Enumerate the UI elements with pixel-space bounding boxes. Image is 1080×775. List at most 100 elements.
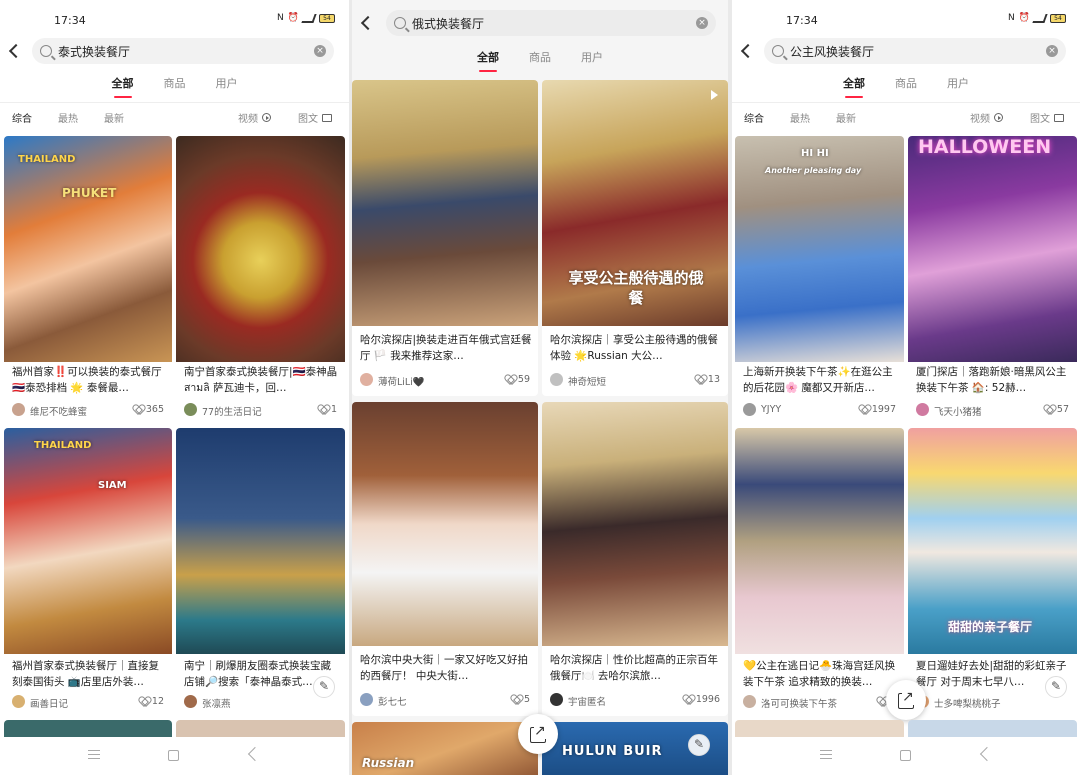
tab-all[interactable]: 全部: [112, 76, 134, 98]
author-name[interactable]: 飞天小猪猪: [934, 404, 982, 418]
like-count[interactable]: 59: [505, 374, 530, 385]
back-button[interactable]: [360, 14, 372, 30]
search-icon: [772, 45, 784, 57]
avatar[interactable]: [916, 403, 929, 416]
note-card[interactable]: 南宁首家泰式换装餐厅|🇹🇭泰神晶 สามลิ 萨瓦迪卡，回… 77的生活日记 1: [176, 136, 345, 421]
note-card[interactable]: HI HI Another pleasing day 上海新开换装下午茶✨在逛公…: [735, 136, 904, 421]
note-card[interactable]: HALLOWEEN 厦门探店｜落跑新娘·暗黑风公主换装下午茶 🏠: 52赫… 飞…: [908, 136, 1077, 421]
note-image[interactable]: [352, 80, 538, 326]
avatar[interactable]: [743, 695, 756, 708]
status-bar: 17:34 N ⏰ 54: [732, 10, 1080, 30]
author-name[interactable]: 薄荷LiLi🖤: [378, 374, 425, 388]
share-icon[interactable]: [518, 714, 558, 754]
like-count[interactable]: 13: [695, 374, 720, 385]
note-card[interactable]: 哈尔滨探店｜性价比超高的正宗百年俄餐厅🍽️ 去哈尔滨旅… 宇宙匿名 1996: [542, 402, 728, 716]
menu-icon[interactable]: [820, 750, 832, 759]
tab-all[interactable]: 全部: [477, 50, 499, 72]
author-name[interactable]: 神奇短短: [568, 374, 606, 388]
note-image[interactable]: [176, 428, 345, 654]
clear-icon[interactable]: ×: [314, 45, 326, 57]
avatar[interactable]: [550, 693, 563, 706]
filter-video[interactable]: 视频: [970, 110, 1003, 125]
note-card[interactable]: 💛公主在逃日记🐣珠海宫廷风换装下午茶 追求精致的换装… 洛可可换装下午茶 6: [735, 428, 904, 716]
search-input[interactable]: 泰式换装餐厅 ×: [32, 38, 334, 64]
note-image[interactable]: HALLOWEEN: [908, 136, 1077, 362]
clear-icon[interactable]: ×: [696, 17, 708, 29]
like-count[interactable]: 365: [133, 404, 164, 415]
back-button[interactable]: [740, 42, 752, 58]
like-count[interactable]: 5: [511, 694, 530, 705]
like-count[interactable]: 1: [318, 404, 337, 415]
filter-image[interactable]: 图文: [1030, 110, 1064, 125]
share-icon[interactable]: [886, 680, 926, 720]
note-image[interactable]: [352, 402, 538, 646]
tab-products[interactable]: 商品: [529, 50, 551, 72]
like-count[interactable]: 57: [1044, 404, 1069, 415]
edit-icon[interactable]: [313, 676, 335, 698]
tab-all[interactable]: 全部: [843, 76, 865, 98]
tab-users[interactable]: 用户: [581, 50, 603, 72]
avatar[interactable]: [184, 403, 197, 416]
avatar[interactable]: [743, 403, 756, 416]
avatar[interactable]: [12, 403, 25, 416]
menu-icon[interactable]: [88, 750, 100, 759]
author-name[interactable]: 彭七七: [378, 694, 407, 708]
filter-video[interactable]: 视频: [238, 110, 271, 125]
note-card[interactable]: 哈尔滨探店|换装走进百年俄式宫廷餐厅 🏳️ 我来推荐这家… 薄荷LiLi🖤 59: [352, 80, 538, 396]
author-name[interactable]: YJYY: [761, 404, 781, 415]
avatar[interactable]: [184, 695, 197, 708]
filter-overall[interactable]: 综合: [744, 110, 764, 125]
note-image[interactable]: Russian: [352, 722, 538, 775]
author-name[interactable]: 画善日记: [30, 696, 68, 710]
back-button[interactable]: [8, 42, 20, 58]
note-image[interactable]: [542, 402, 728, 646]
note-card[interactable]: 哈尔滨中央大街｜一家又好吃又好拍的西餐厅！ 中央大街… 彭七七 5: [352, 402, 538, 716]
note-card[interactable]: THAILAND SIAM 福州首家泰式换装餐厅｜直接复刻泰国街头 📺店里店外装…: [4, 428, 172, 716]
filter-newest[interactable]: 最新: [836, 110, 856, 125]
note-image[interactable]: THAILAND SIAM: [4, 428, 172, 654]
home-icon[interactable]: [168, 750, 179, 761]
like-count[interactable]: 1997: [859, 404, 896, 415]
note-card[interactable]: Russian: [352, 722, 538, 775]
author-name[interactable]: 张凛燕: [202, 696, 231, 710]
note-card[interactable]: 南宁｜刷爆朋友圈泰式换装宝藏店铺🔎搜索「泰神晶泰式… 张凛燕: [176, 428, 345, 716]
avatar[interactable]: [360, 693, 373, 706]
filter-overall[interactable]: 综合: [12, 110, 32, 125]
note-image[interactable]: [735, 428, 904, 654]
tab-users[interactable]: 用户: [947, 76, 969, 98]
clear-icon[interactable]: ×: [1046, 45, 1058, 57]
heart-icon: [1044, 405, 1054, 414]
author-name[interactable]: 洛可可换装下午茶: [761, 696, 837, 710]
note-image[interactable]: 享受公主般待遇的俄餐: [542, 80, 728, 326]
search-input[interactable]: 俄式换装餐厅 ×: [386, 10, 716, 36]
like-count[interactable]: 1996: [683, 694, 720, 705]
author-name[interactable]: 维尼不吃蜂蜜: [30, 404, 87, 418]
avatar[interactable]: [360, 373, 373, 386]
filter-image[interactable]: 图文: [298, 110, 332, 125]
search-results-panel-thai: 17:34 N ⏰ 54 泰式换装餐厅 × 全部 商品 用户 综合 最热 最新 …: [0, 0, 349, 775]
note-card[interactable]: 享受公主般待遇的俄餐 哈尔滨探店｜享受公主般待遇的俄餐体验 🌟Russian 大…: [542, 80, 728, 396]
edit-icon[interactable]: [1045, 676, 1067, 698]
note-image[interactable]: 甜甜的亲子餐厅: [908, 428, 1077, 654]
avatar[interactable]: [550, 373, 563, 386]
note-image[interactable]: HI HI Another pleasing day: [735, 136, 904, 362]
tab-products[interactable]: 商品: [164, 76, 186, 98]
note-image[interactable]: THAILAND PHUKET: [4, 136, 172, 362]
home-icon[interactable]: [900, 750, 911, 761]
author-name[interactable]: 77的生活日记: [202, 404, 262, 418]
search-input[interactable]: 公主风换装餐厅 ×: [764, 38, 1066, 64]
avatar[interactable]: [12, 695, 25, 708]
filter-newest[interactable]: 最新: [104, 110, 124, 125]
tab-users[interactable]: 用户: [216, 76, 238, 98]
edit-icon[interactable]: [688, 734, 710, 756]
heart-icon: [133, 405, 143, 414]
note-card[interactable]: THAILAND PHUKET 福州首家‼️可以换装的泰式餐厅🇹🇭泰恐排档 🌟 …: [4, 136, 172, 421]
note-card[interactable]: 甜甜的亲子餐厅 夏日遛娃好去处|甜甜的彩虹亲子餐厅 对于周末七早八… 士多啤梨桃…: [908, 428, 1077, 716]
tab-products[interactable]: 商品: [895, 76, 917, 98]
filter-hottest[interactable]: 最热: [58, 110, 78, 125]
note-image[interactable]: [176, 136, 345, 362]
like-count[interactable]: 12: [139, 696, 164, 707]
author-name[interactable]: 宇宙匿名: [568, 694, 606, 708]
author-name[interactable]: 士多啤梨桃桃子: [934, 696, 1001, 710]
filter-hottest[interactable]: 最热: [790, 110, 810, 125]
